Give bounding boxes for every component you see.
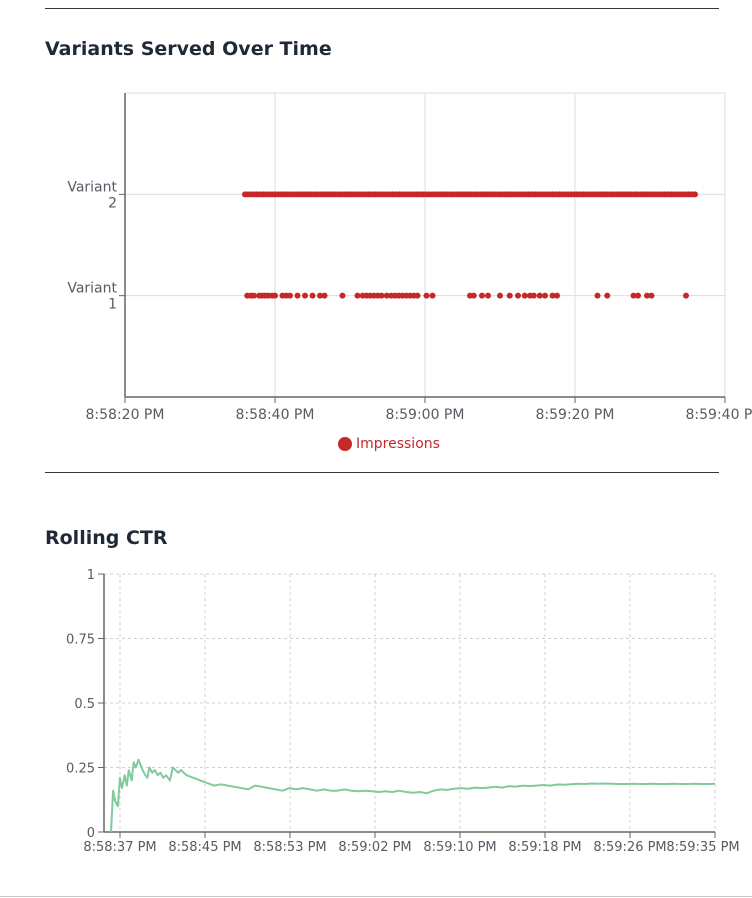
y-tick-label: 1	[87, 568, 95, 583]
x-tick-label: 8:59:02 PM	[338, 840, 411, 855]
impression-point-variant-1	[594, 292, 601, 299]
impression-point-variant-1	[515, 292, 521, 299]
x-tick-label: 8:59:10 PM	[423, 840, 496, 855]
x-tick-label: 8:59:00 PM	[386, 407, 465, 423]
chart2-axes: 0 0.25 0.5 0.75 1 8:58:37 PM 8:58:45 PM 8:58:53…	[66, 568, 740, 855]
impression-point-variant-1	[506, 292, 513, 299]
x-tick-label: 8:58:37 PM	[83, 840, 156, 855]
x-tick-label: 8:58:53 PM	[253, 840, 326, 855]
impression-point-variant-2	[692, 191, 698, 198]
chart1-grid	[125, 92, 726, 397]
x-tick-label: 8:58:45 PM	[168, 840, 241, 855]
impression-point-variant-1	[683, 292, 689, 299]
impression-point-variant-1	[354, 292, 361, 299]
impression-point-variant-1	[648, 292, 655, 299]
chart1-points	[242, 191, 698, 299]
impression-point-variant-1	[294, 292, 301, 299]
impression-point-variant-1	[530, 292, 537, 299]
chart2-line	[110, 758, 716, 833]
impression-point-variant-1	[554, 292, 560, 299]
bottom-border	[0, 896, 752, 897]
x-tick-label: 8:59:26 PM	[593, 840, 666, 855]
chart2-title: Rolling CTR	[45, 527, 168, 549]
middle-divider	[45, 472, 719, 473]
y-tick-label: 0.25	[66, 762, 95, 777]
legend-label-impressions: Impressions	[356, 436, 440, 452]
chart1-axes: 8:58:20 PM 8:58:40 PM 8:59:00 PM 8:59:20 PM…	[67, 93, 752, 423]
y-tick-label: 0	[87, 826, 95, 841]
x-tick-label: 8:59:18 PM	[508, 840, 581, 855]
y-tick-label: 0.5	[74, 697, 95, 712]
impression-point-variant-1	[378, 292, 385, 299]
ctr-line-series	[110, 758, 716, 833]
top-divider	[45, 8, 719, 9]
chart1-legend[interactable]: Impressions	[338, 436, 440, 452]
impression-point-variant-1	[414, 292, 421, 299]
impression-point-variant-1	[251, 292, 257, 299]
impression-point-variant-1	[542, 292, 548, 299]
impression-point-variant-1	[429, 292, 436, 299]
x-tick-label: 8:59:40 PM	[686, 407, 752, 423]
chart1-title: Variants Served Over Time	[45, 38, 332, 60]
impression-point-variant-1	[287, 292, 293, 299]
impression-point-variant-1	[339, 292, 346, 299]
y-tick-label-line1: Variant	[67, 179, 117, 195]
rolling-ctr-line-chart: 0 0.25 0.5 0.75 1 8:58:37 PM 8:58:45 PM 8:58:53…	[66, 568, 740, 855]
x-tick-label: 8:58:20 PM	[86, 407, 165, 423]
impression-point-variant-1	[635, 292, 641, 299]
impression-point-variant-1	[485, 292, 491, 299]
legend-marker-impressions	[338, 437, 352, 451]
impression-point-variant-1	[536, 292, 543, 299]
impression-point-variant-1	[604, 292, 611, 299]
impression-point-variant-1	[497, 292, 503, 299]
variants-scatter-chart: 8:58:20 PM 8:58:40 PM 8:59:00 PM 8:59:20 PM…	[67, 92, 752, 452]
impression-point-variant-1	[470, 292, 477, 299]
impression-point-variant-1	[309, 292, 316, 299]
impression-point-variant-1	[321, 292, 328, 299]
y-tick-label-line2: 2	[108, 195, 117, 211]
y-tick-label-line1: Variant	[67, 281, 117, 297]
y-tick-label: 0.75	[66, 633, 95, 648]
x-tick-label: 8:58:40 PM	[236, 407, 315, 423]
impression-point-variant-1	[521, 292, 528, 299]
x-tick-label: 8:59:35 PM	[666, 840, 739, 855]
impression-point-variant-1	[272, 292, 278, 299]
y-tick-label-line2: 1	[108, 297, 117, 313]
x-tick-label: 8:59:20 PM	[536, 407, 615, 423]
impression-point-variant-1	[479, 292, 485, 299]
impression-point-variant-1	[302, 292, 308, 299]
impression-point-variant-1	[423, 292, 430, 299]
